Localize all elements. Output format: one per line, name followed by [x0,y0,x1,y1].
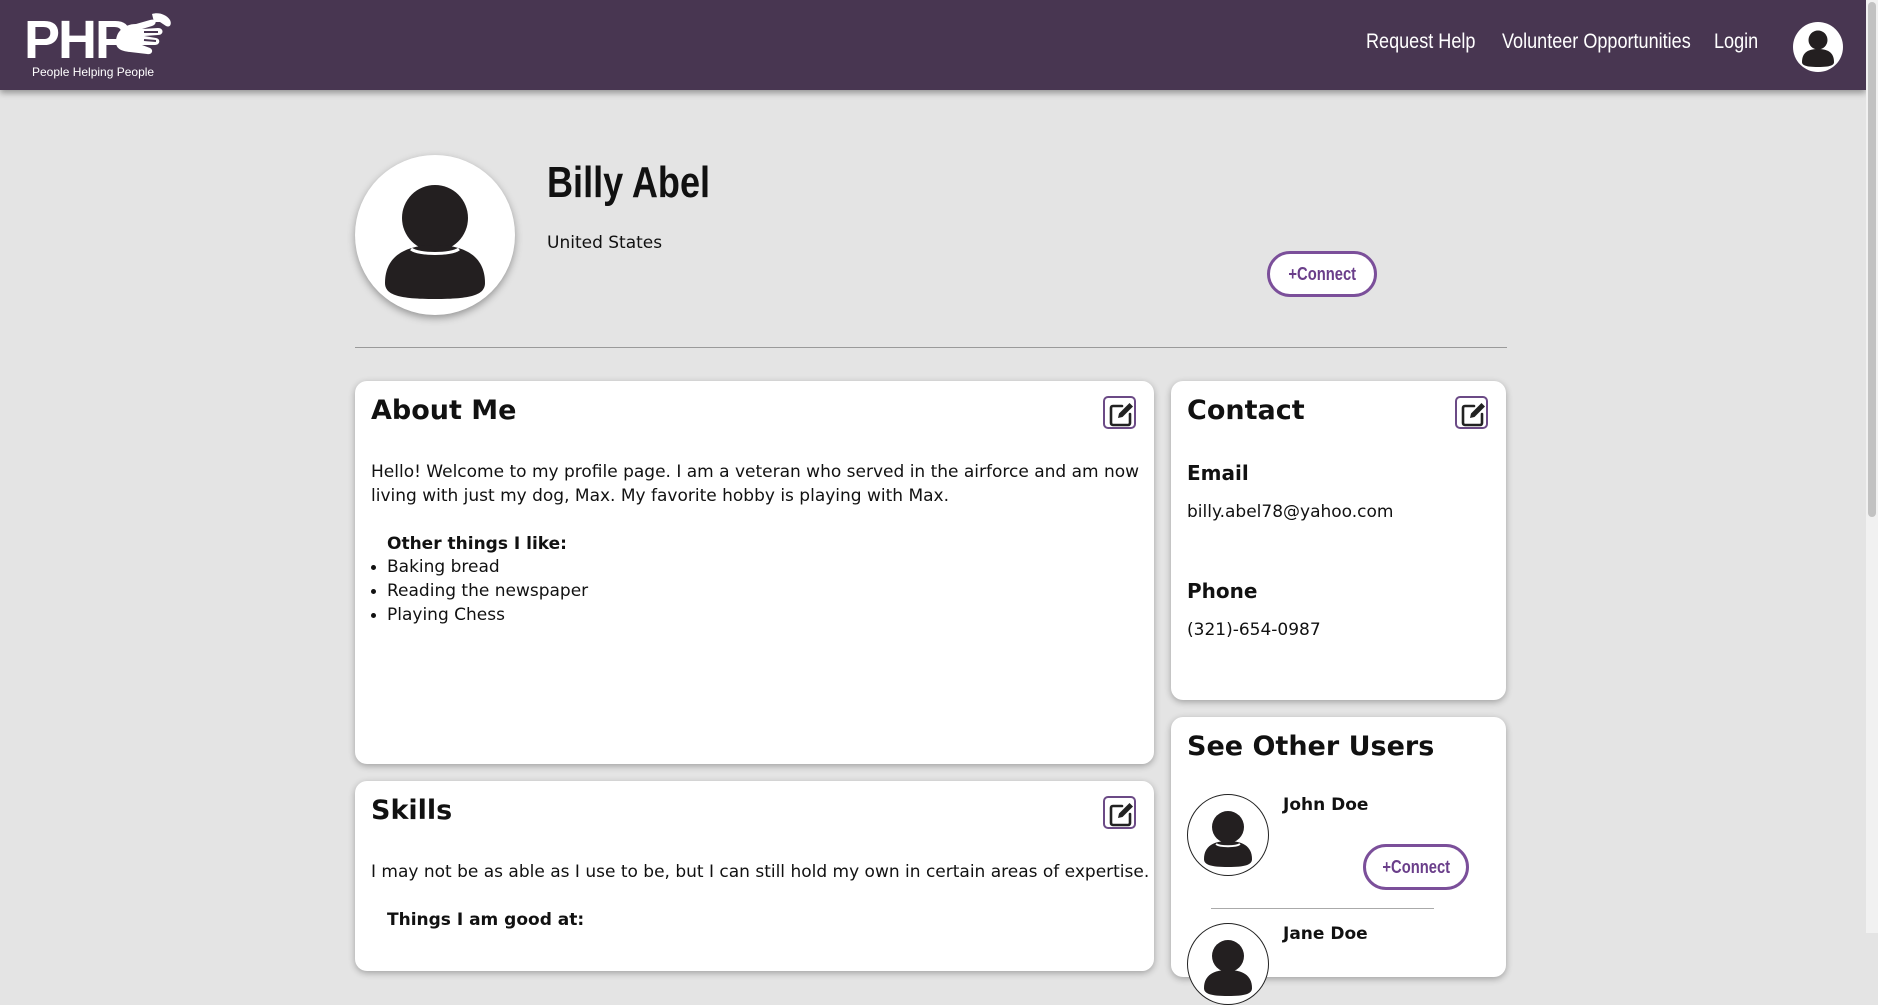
profile-location: United States [547,233,663,253]
connect-button[interactable]: +Connect [1267,251,1377,297]
edit-about-button[interactable] [1103,396,1136,429]
nav-volunteer-opportunities[interactable]: Volunteer Opportunities [1502,30,1691,54]
edit-icon [1109,803,1133,827]
nav-request-help[interactable]: Request Help [1366,30,1475,54]
user-avatar[interactable] [1187,923,1269,1005]
user-name-john-doe[interactable]: John Doe [1283,795,1368,815]
good-at-label: Things I am good at: [387,910,585,930]
contact-title: Contact [1187,395,1305,426]
hand-logo-icon [116,13,171,55]
edit-icon [1461,403,1485,427]
edit-skills-button[interactable] [1103,796,1136,829]
user-avatar-icon [1204,940,1252,996]
list-item: Playing Chess [370,603,588,627]
connect-button-label: +Connect [1382,856,1450,877]
about-me-title: About Me [371,395,517,426]
email-label: Email [1187,461,1249,485]
edit-contact-button[interactable] [1455,396,1488,429]
user-avatar[interactable] [1187,794,1269,876]
connect-button-label: +Connect [1288,263,1356,284]
list-item: Baking bread [370,555,588,579]
skills-title: Skills [371,795,453,826]
other-users-card: See Other Users John Doe +Connect Jane D… [1171,717,1506,1005]
nav-login[interactable]: Login [1714,30,1758,54]
edit-icon [1109,403,1133,427]
about-text-line-1: Hello! Welcome to my profile page. I am … [371,462,1140,482]
user-avatar-icon [385,185,485,299]
about-text-line-2: living with just my dog, Max. My favorit… [371,486,950,506]
user-avatar-icon [1204,811,1252,867]
profile-avatar [355,155,515,315]
brand-logo[interactable]: PHP People Helping People [24,10,174,80]
phone-value: (321)-654-0987 [1187,620,1321,640]
connect-john-doe-button[interactable]: +Connect [1363,844,1469,890]
skills-text: I may not be as able as I use to be, but… [371,862,1150,882]
navbar: PHP People Helping People Request Help V… [0,0,1866,90]
list-item: Reading the newspaper [370,581,589,601]
other-users-title: See Other Users [1187,731,1435,762]
brand-tagline: People Helping People [32,65,155,79]
likes-list: Baking bread Reading the newspaper Playi… [370,555,589,627]
likes-label: Other things I like: [387,534,567,554]
account-avatar-icon[interactable] [1793,22,1843,72]
profile-name: Billy Abel [547,158,711,207]
about-me-card: About Me Hello! Welcome to my profile pa… [355,381,1154,764]
email-value[interactable]: billy.abel78@yahoo.com [1187,502,1394,522]
phone-label: Phone [1187,579,1258,603]
user-name-jane-doe[interactable]: Jane Doe [1283,924,1368,944]
user-divider [1211,908,1434,909]
profile-divider [355,347,1507,348]
skills-card: Skills I may not be as able as I use to … [355,781,1154,971]
contact-card: Contact Email billy.abel78@yahoo.com Pho… [1171,381,1506,700]
scrollbar-thumb[interactable] [1868,2,1876,517]
